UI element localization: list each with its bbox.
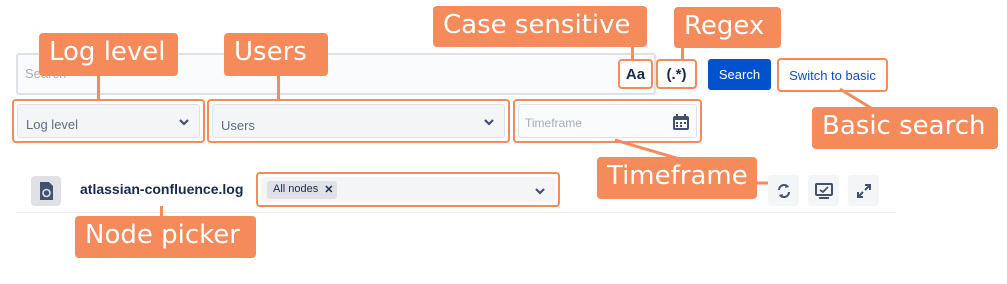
case-sensitive-button[interactable]: Aa [618, 59, 653, 89]
node-tag: All nodes ✕ [267, 181, 338, 199]
users-select[interactable]: Users [207, 99, 510, 143]
search-button[interactable]: Search [708, 59, 771, 90]
callout-users: Users [224, 33, 328, 76]
users-value: Users [221, 118, 255, 133]
callout-case-sensitive: Case sensitive [433, 6, 647, 47]
node-tag-label: All nodes [273, 183, 319, 195]
log-file-name: atlassian-confluence.log [80, 181, 244, 197]
chevron-down-icon [179, 119, 189, 126]
log-level-leader [97, 75, 100, 100]
file-icon [31, 176, 61, 206]
close-icon[interactable]: ✕ [324, 183, 333, 199]
callout-basic-search: Basic search [812, 107, 998, 149]
chevron-down-icon [484, 119, 494, 126]
users-leader [277, 75, 280, 100]
callout-log-level: Log level [39, 33, 178, 76]
callout-node-picker: Node picker [75, 216, 256, 258]
callout-regex: Regex [674, 7, 781, 48]
log-level-select[interactable]: Log level [12, 99, 205, 143]
log-level-value: Log level [26, 117, 79, 132]
regex-button[interactable]: (.*) [656, 59, 697, 89]
callout-timeframe: Timeframe [597, 157, 757, 199]
